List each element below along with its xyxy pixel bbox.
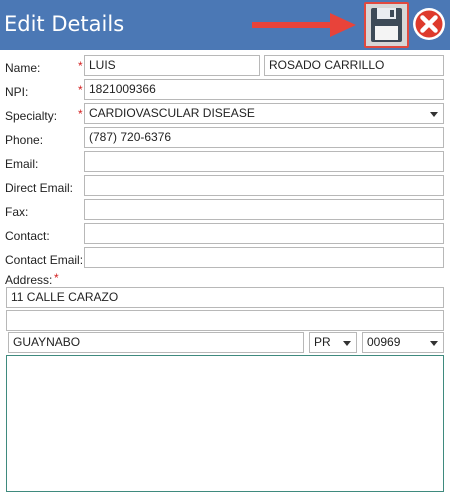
address-label: Address: [5, 273, 53, 287]
direct-email-label: Direct Email: [5, 181, 74, 195]
phone-label: Phone: [5, 133, 44, 147]
red-arrow-icon [252, 13, 356, 37]
npi-label: NPI: [5, 85, 29, 99]
required-marker: * [78, 83, 83, 97]
state-select[interactable]: PR [309, 332, 357, 353]
page-title: Edit Details [4, 12, 125, 36]
email-label: Email: [5, 157, 39, 171]
last-name-input[interactable]: ROSADO CARRILLO [264, 55, 444, 76]
state-value: PR [314, 335, 331, 349]
contact-email-input[interactable] [84, 247, 444, 268]
zip-value: 00969 [367, 335, 401, 349]
required-marker: * [54, 271, 59, 285]
city-input[interactable]: GUAYNABO [8, 332, 304, 353]
chevron-down-icon [430, 112, 438, 117]
name-label: Name: [5, 61, 41, 75]
required-marker: * [78, 107, 83, 121]
specialty-label: Specialty: [5, 109, 58, 123]
floppy-disk-icon [371, 8, 402, 42]
address-line2-input[interactable] [6, 310, 444, 331]
chevron-down-icon [343, 341, 351, 346]
contact-label: Contact: [5, 229, 50, 243]
fax-input[interactable] [84, 199, 444, 220]
header-bar: Edit Details [0, 0, 450, 50]
direct-email-input[interactable] [84, 175, 444, 196]
chevron-down-icon [430, 341, 438, 346]
required-marker: * [78, 59, 83, 73]
notes-area[interactable] [6, 355, 444, 492]
npi-input[interactable]: 1821009366 [84, 79, 444, 100]
phone-input[interactable]: (787) 720-6376 [84, 127, 444, 148]
close-button[interactable] [411, 5, 447, 46]
specialty-select[interactable]: CARDIOVASCULAR DISEASE [84, 103, 444, 124]
contact-email-label: Contact Email: [5, 253, 84, 267]
address-line1-input[interactable]: 11 CALLE CARAZO [6, 287, 444, 308]
fax-label: Fax: [5, 205, 29, 219]
zip-select[interactable]: 00969 [362, 332, 444, 353]
close-x-icon [413, 8, 445, 40]
first-name-input[interactable]: LUIS [84, 55, 260, 76]
contact-input[interactable] [84, 223, 444, 244]
email-input[interactable] [84, 151, 444, 172]
specialty-value: CARDIOVASCULAR DISEASE [89, 106, 255, 120]
save-button[interactable] [364, 2, 409, 48]
